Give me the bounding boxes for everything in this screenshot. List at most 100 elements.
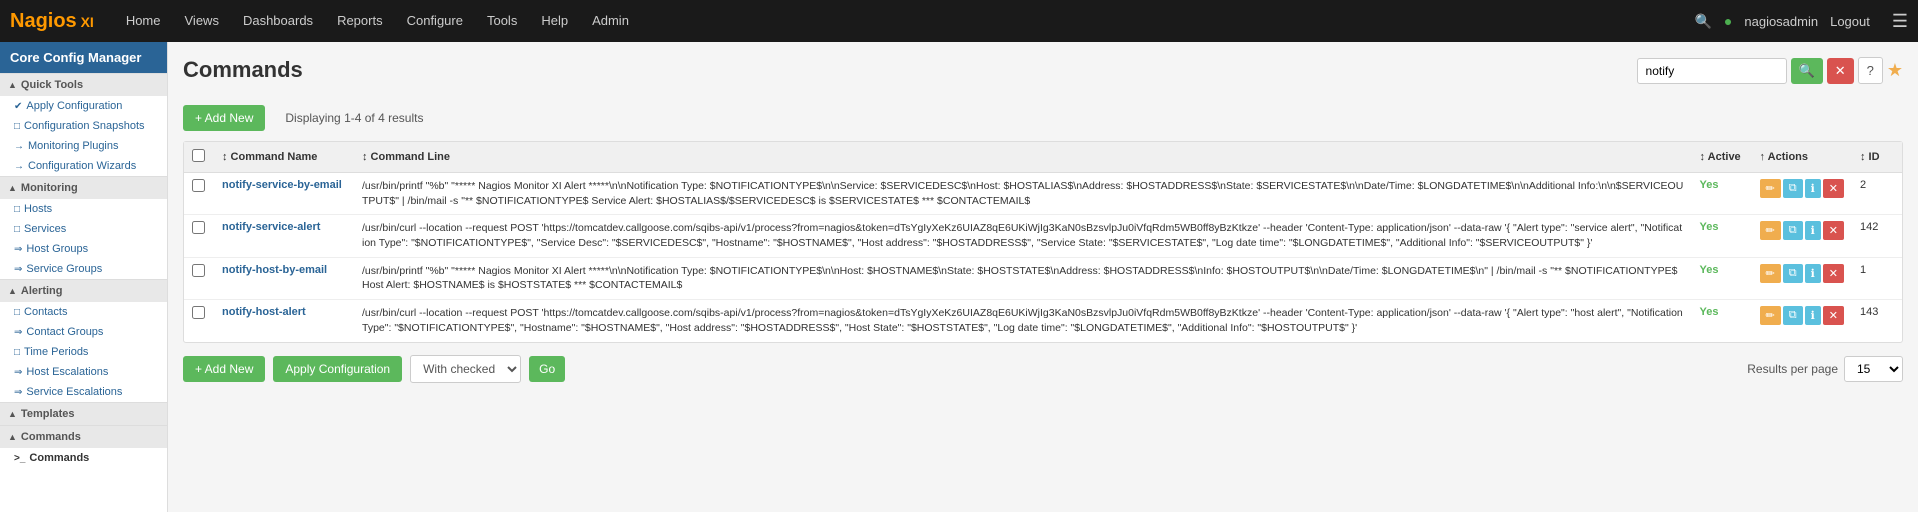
apply-configuration-button[interactable]: Apply Configuration — [273, 356, 402, 382]
table-header-actions[interactable]: ↑ Actions — [1752, 142, 1852, 173]
sidebar-item-time-periods[interactable]: □ Time Periods — [0, 342, 167, 362]
info-button[interactable]: ℹ — [1805, 179, 1821, 198]
command-line-text: /usr/bin/curl --location --request POST … — [362, 222, 1682, 249]
sidebar-header[interactable]: Core Config Manager — [0, 42, 167, 73]
sidebar-item-configuration-wizards[interactable]: → Configuration Wizards — [0, 156, 167, 176]
sidebar-item-contact-groups[interactable]: ⇒ Contact Groups — [0, 322, 167, 342]
sidebar-section-quick-tools: ▲ Quick Tools — [0, 73, 167, 96]
edit-button[interactable]: ✏ — [1760, 306, 1781, 325]
sidebar-section-templates: ▲ Templates — [0, 402, 167, 425]
row-command-name: notify-service-alert — [214, 215, 354, 257]
row-checkbox-cell — [184, 215, 214, 257]
sidebar-item-commands[interactable]: >_ Commands — [0, 448, 167, 468]
service-escalations-icon: ⇒ — [14, 387, 22, 398]
row-command-line: /usr/bin/curl --location --request POST … — [354, 300, 1692, 342]
nav-configure[interactable]: Configure — [395, 0, 475, 42]
row-checkbox[interactable] — [192, 264, 205, 277]
services-icon: □ — [14, 224, 20, 235]
delete-button[interactable]: ✕ — [1823, 264, 1844, 283]
delete-button[interactable]: ✕ — [1823, 306, 1844, 325]
copy-button[interactable]: ⧉ — [1783, 264, 1803, 283]
hamburger-icon[interactable]: ☰ — [1892, 11, 1908, 32]
logo[interactable]: Nagios XI — [10, 10, 94, 33]
copy-button[interactable]: ⧉ — [1783, 221, 1803, 240]
table-body: notify-service-by-email /usr/bin/printf … — [184, 173, 1902, 342]
table-header-command-name[interactable]: ↕ Command Name — [214, 142, 354, 173]
bottom-left: + Add New Apply Configuration With check… — [183, 355, 565, 383]
sidebar-item-services[interactable]: □ Services — [0, 219, 167, 239]
service-groups-icon: ⇒ — [14, 264, 22, 275]
sidebar-item-contacts[interactable]: □ Contacts — [0, 302, 167, 322]
edit-button[interactable]: ✏ — [1760, 264, 1781, 283]
sidebar-section-title-commands: Commands — [21, 431, 81, 443]
active-status: Yes — [1700, 264, 1719, 276]
sidebar-item-hosts[interactable]: □ Hosts — [0, 199, 167, 219]
add-new-button-top[interactable]: + Add New — [183, 105, 265, 131]
host-groups-icon: ⇒ — [14, 244, 22, 255]
row-checkbox[interactable] — [192, 306, 205, 319]
row-command-name: notify-service-by-email — [214, 173, 354, 215]
displaying-text: Displaying 1-4 of 4 results — [285, 111, 423, 125]
nav-admin[interactable]: Admin — [580, 0, 641, 42]
nav-reports[interactable]: Reports — [325, 0, 395, 42]
command-name-link[interactable]: notify-host-by-email — [222, 264, 327, 276]
row-checkbox[interactable] — [192, 179, 205, 192]
logo-nagios: Nagios — [10, 10, 77, 32]
search-input[interactable] — [1637, 58, 1787, 84]
logout-link[interactable]: Logout — [1830, 14, 1870, 29]
table-header-active[interactable]: ↕ Active — [1692, 142, 1752, 173]
sidebar-item-host-escalations[interactable]: ⇒ Host Escalations — [0, 362, 167, 382]
sidebar-item-monitoring-plugins[interactable]: → Monitoring Plugins — [0, 136, 167, 156]
command-name-link[interactable]: notify-host-alert — [222, 306, 306, 318]
sidebar-section-title-templates: Templates — [21, 408, 75, 420]
sidebar-section-commands: ▲ Commands — [0, 425, 167, 448]
commands-table-wrapper: ↕ Command Name ↕ Command Line ↕ Active ↑… — [183, 141, 1903, 343]
search-button[interactable]: 🔍 — [1791, 58, 1823, 84]
go-button[interactable]: Go — [529, 356, 565, 382]
edit-button[interactable]: ✏ — [1760, 179, 1781, 198]
row-active: Yes — [1692, 300, 1752, 342]
nav-right: 🔍 ● nagiosadmin Logout ☰ — [1694, 11, 1908, 32]
table-header-id[interactable]: ↕ ID — [1852, 142, 1902, 173]
info-button[interactable]: ℹ — [1805, 264, 1821, 283]
favorite-button[interactable]: ★ — [1887, 60, 1903, 81]
edit-button[interactable]: ✏ — [1760, 221, 1781, 240]
sidebar-item-configuration-snapshots[interactable]: □ Configuration Snapshots — [0, 116, 167, 136]
with-checked-select[interactable]: With checked Delete — [410, 355, 521, 383]
row-checkbox[interactable] — [192, 221, 205, 234]
search-icon[interactable]: 🔍 — [1694, 13, 1711, 30]
username[interactable]: nagiosadmin — [1744, 14, 1818, 29]
contact-groups-icon: ⇒ — [14, 327, 22, 338]
results-per-page: Results per page 10 15 25 50 100 — [1747, 356, 1903, 382]
sidebar-item-apply-configuration[interactable]: ✔ Apply Configuration — [0, 96, 167, 116]
row-id: 1 — [1852, 257, 1902, 299]
hosts-icon: □ — [14, 204, 20, 215]
sidebar-item-host-groups[interactable]: ⇒ Host Groups — [0, 239, 167, 259]
results-per-page-select[interactable]: 10 15 25 50 100 — [1844, 356, 1903, 382]
nav-help[interactable]: Help — [529, 0, 580, 42]
info-button[interactable]: ℹ — [1805, 306, 1821, 325]
actions-cell: ✏ ⧉ ℹ ✕ — [1760, 179, 1844, 198]
delete-button[interactable]: ✕ — [1823, 179, 1844, 198]
command-name-link[interactable]: notify-service-by-email — [222, 179, 342, 191]
time-periods-icon: □ — [14, 347, 20, 358]
clear-search-button[interactable]: ✕ — [1827, 58, 1854, 84]
select-all-checkbox[interactable] — [192, 149, 205, 162]
nav-dashboards[interactable]: Dashboards — [231, 0, 325, 42]
bottom-bar: + Add New Apply Configuration With check… — [183, 355, 1903, 383]
nav-home[interactable]: Home — [114, 0, 173, 42]
delete-button[interactable]: ✕ — [1823, 221, 1844, 240]
nav-views[interactable]: Views — [173, 0, 231, 42]
command-name-link[interactable]: notify-service-alert — [222, 221, 320, 233]
copy-button[interactable]: ⧉ — [1783, 306, 1803, 325]
info-button[interactable]: ℹ — [1805, 221, 1821, 240]
add-new-button-bottom[interactable]: + Add New — [183, 356, 265, 382]
copy-button[interactable]: ⧉ — [1783, 179, 1803, 198]
help-button[interactable]: ? — [1858, 57, 1883, 84]
nav-menu: Home Views Dashboards Reports Configure … — [114, 0, 1695, 42]
table-header-command-line[interactable]: ↕ Command Line — [354, 142, 1692, 173]
sidebar-item-service-escalations[interactable]: ⇒ Service Escalations — [0, 382, 167, 402]
nav-tools[interactable]: Tools — [475, 0, 529, 42]
results-per-page-label: Results per page — [1747, 362, 1838, 376]
sidebar-item-service-groups[interactable]: ⇒ Service Groups — [0, 259, 167, 279]
